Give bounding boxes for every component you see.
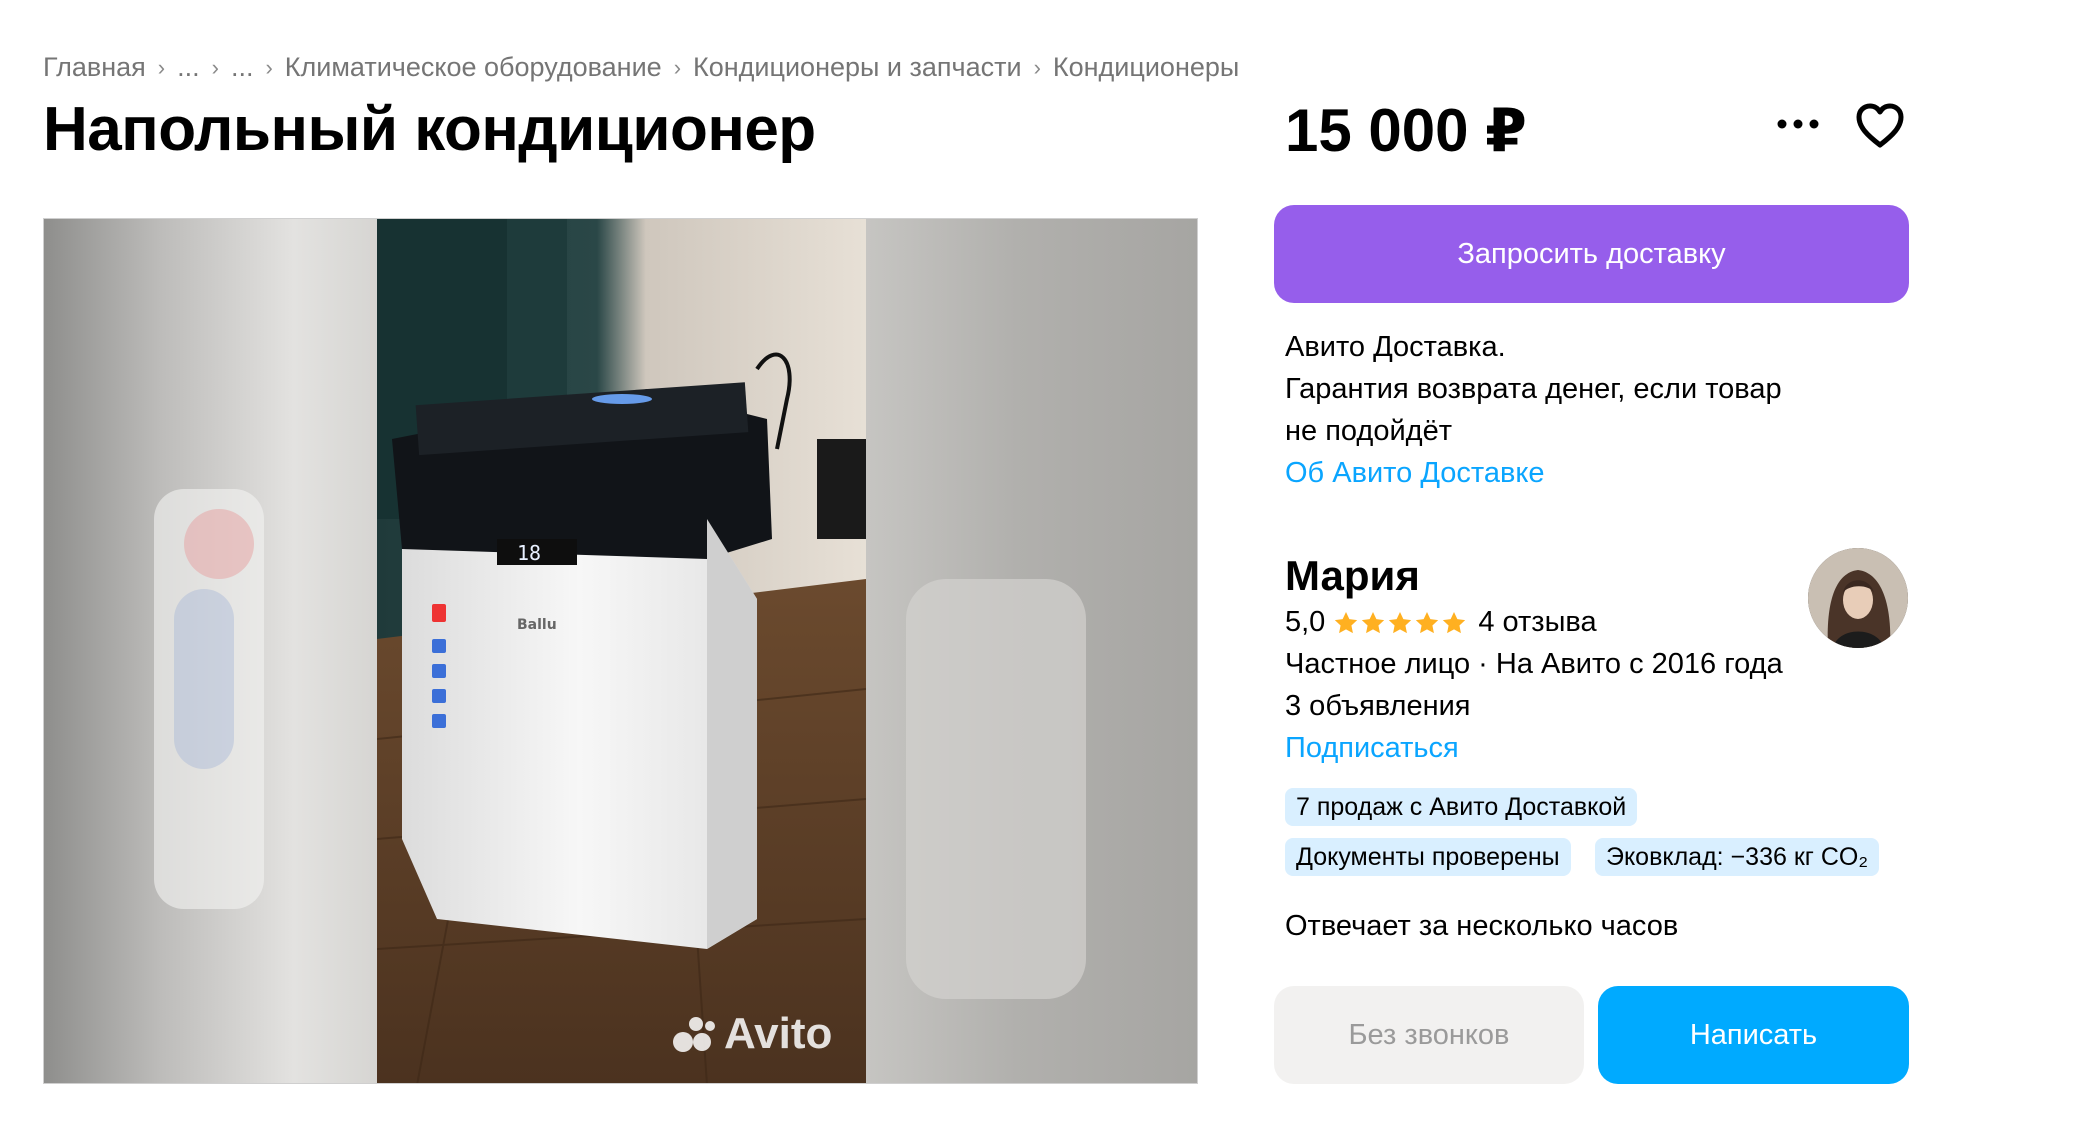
subscribe-link[interactable]: Подписаться — [1285, 732, 1459, 765]
delivery-line: Гарантия возврата денег, если товар — [1285, 373, 1782, 405]
photo-gallery[interactable]: 18 Ballu Avito — [43, 218, 1198, 1084]
avito-logo-icon — [673, 1017, 715, 1052]
breadcrumb-separator: › — [211, 54, 219, 80]
badge-delivery-sales: 7 продаж с Авито Доставкой — [1285, 788, 1638, 826]
delivery-info: Авито Доставка. Гарантия возврата денег,… — [1285, 326, 1782, 494]
display-reading: 18 — [517, 541, 541, 565]
avito-watermark: Avito — [672, 1009, 832, 1059]
gallery-blur-left — [44, 219, 377, 1083]
price: 15 000 ₽ — [1285, 97, 1527, 164]
badge-documents-verified: Документы проверены — [1285, 838, 1571, 876]
breadcrumb-air-conditioners[interactable]: Кондиционеры — [1053, 52, 1239, 83]
listing-page: Главная › ... › ... › Климатическое обор… — [0, 0, 2080, 1121]
breadcrumb-separator: › — [157, 54, 166, 80]
star-icon — [1335, 611, 1358, 633]
svg-text:Ballu: Ballu — [517, 617, 557, 633]
breadcrumb-climate-equipment[interactable]: Климатическое оборудование — [285, 52, 662, 83]
breadcrumb-home[interactable]: Главная — [43, 52, 146, 83]
favorite-button[interactable] — [1852, 98, 1908, 154]
more-options-button[interactable] — [1770, 100, 1826, 148]
more-horizontal-icon — [1777, 119, 1819, 129]
gallery-blur-right — [866, 219, 1197, 1083]
breadcrumb-collapsed-2[interactable]: ... — [231, 52, 254, 83]
heart-icon — [1856, 103, 1904, 148]
breadcrumb-collapsed-1[interactable]: ... — [177, 52, 200, 83]
about-delivery-link[interactable]: Об Авито Доставке — [1285, 452, 1782, 494]
avatar[interactable] — [1808, 548, 1908, 648]
main-photo[interactable]: 18 Ballu Avito — [377, 219, 866, 1083]
breadcrumb-separator: › — [1033, 54, 1041, 80]
delivery-line: не подойдёт — [1285, 415, 1452, 447]
write-message-button[interactable]: Написать — [1598, 986, 1909, 1084]
no-calls-button: Без звонков — [1274, 986, 1584, 1084]
rating-value: 5,0 — [1285, 606, 1326, 638]
star-icon — [1362, 611, 1385, 633]
delivery-line: Авито Доставка. — [1285, 331, 1506, 363]
reply-time: Отвечает за несколько часов — [1285, 910, 1679, 942]
request-delivery-button[interactable]: Запросить доставку — [1274, 205, 1909, 303]
star-icon — [1389, 611, 1412, 633]
seller-listings-count[interactable]: 3 объявления — [1285, 690, 1471, 723]
product-photo: 18 Ballu — [377, 219, 866, 1083]
seller-avatar-image — [1808, 548, 1908, 648]
breadcrumb-separator: › — [673, 54, 682, 80]
breadcrumb: Главная › ... › ... › Климатическое обор… — [43, 52, 1239, 83]
star-icon — [1443, 611, 1466, 633]
watermark-text: Avito — [724, 1009, 833, 1058]
reviews-count[interactable]: 4 отзыва — [1478, 606, 1596, 639]
page-title: Напольный кондиционер — [43, 95, 816, 164]
seller-type-since: Частное лицо · На Авито с 2016 года — [1285, 648, 1783, 680]
seller-name[interactable]: Мария — [1285, 552, 1420, 600]
breadcrumb-separator: › — [265, 54, 273, 80]
breadcrumb-ac-and-parts[interactable]: Кондиционеры и запчасти — [693, 52, 1022, 83]
star-icon — [1416, 611, 1439, 633]
seller-rating: 5,0 4 отзыва — [1285, 606, 1597, 639]
rating-stars — [1333, 610, 1468, 636]
badge-eco-contribution: Эковклад: −336 кг CO₂ — [1595, 838, 1880, 876]
